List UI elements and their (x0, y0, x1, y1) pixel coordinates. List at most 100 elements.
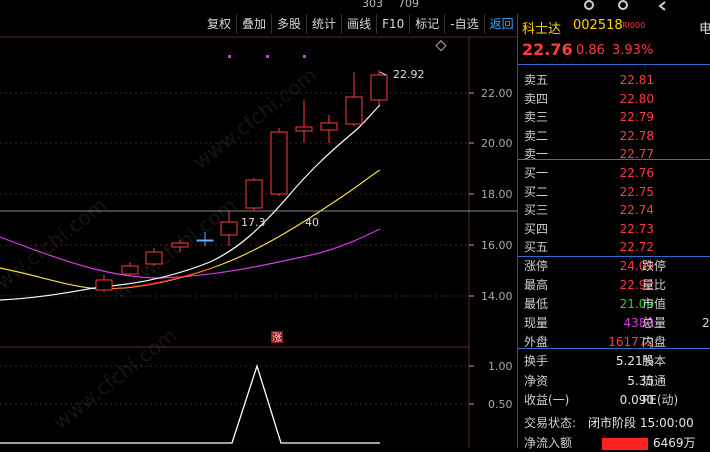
stock-pct: 3.93% (612, 43, 654, 58)
fin-label: 换手 (524, 354, 549, 368)
candle-body (95, 279, 113, 291)
ask-price: 22.81 (619, 73, 654, 87)
price-axis-label: 18.00 (481, 188, 513, 201)
ask-price: 22.80 (619, 91, 654, 106)
fin-label: 收益(一) (524, 393, 570, 407)
toolbar-draw-button[interactable]: 画线 (342, 14, 378, 34)
bid-row[interactable]: 买一 22.76 (518, 164, 710, 182)
stat-row: 最低 21.09 市值 (518, 295, 710, 313)
zt-badge: 涨 (272, 332, 282, 344)
signal-dots (228, 55, 306, 58)
toolbar-mark-button[interactable]: 标记 (410, 14, 446, 34)
stat-row: 现量 4380 总量 2 (518, 314, 710, 332)
netflow-bar (602, 438, 648, 450)
ask-row[interactable]: 卖三 22.79 (518, 108, 710, 126)
stock-price: 22.76 (522, 40, 573, 59)
candle-body (171, 242, 189, 248)
candle-body (145, 251, 163, 265)
candle-body (245, 179, 263, 209)
ma-partial-label: 40 (305, 216, 319, 229)
candle-body (220, 221, 238, 236)
netflow-label: 净流入额 (524, 436, 573, 450)
ask-row[interactable]: 卖五 22.81 (518, 71, 710, 89)
bid-label: 买五 (524, 240, 549, 254)
toolbar-stats-button[interactable]: 统计 (307, 14, 343, 34)
stat-label: 最低 (524, 297, 549, 311)
stock-change: 0.86 (576, 43, 605, 58)
ask-row[interactable]: 卖二 22.78 (518, 127, 710, 145)
price-axis-label: 20.00 (481, 137, 513, 150)
bid-row[interactable]: 买四 22.73 (518, 220, 710, 238)
price-axis-label: 22.00 (481, 87, 513, 100)
fin-label-2: PE(动) (642, 393, 679, 407)
stat-label: 涨停 (524, 259, 549, 273)
toolbar-multi-stock-button[interactable]: 多股 (272, 14, 308, 34)
ask-row[interactable]: 卖四 22.80 (518, 90, 710, 108)
ask-label: 卖四 (524, 91, 549, 106)
candle-body (320, 122, 338, 131)
ma-white-line (0, 104, 381, 301)
ask-row[interactable]: 卖一 22.77 (518, 145, 710, 163)
bid-price: 22.72 (619, 240, 654, 254)
toolbar-back-button[interactable]: 返回 (485, 14, 520, 34)
price-axis-label: 14.00 (481, 290, 513, 303)
stat-label-2: 跌停 (642, 259, 667, 273)
toolbar-fuquan-button[interactable]: 复权 (202, 14, 238, 34)
candle-body (345, 96, 363, 125)
candle-body (370, 74, 388, 101)
high-callout: 22.92 (393, 68, 425, 81)
candlesticks (95, 70, 388, 292)
stock-tag: RI000 (622, 21, 646, 30)
candle-body (295, 126, 313, 132)
bid-row[interactable]: 买二 22.75 (518, 183, 710, 201)
toolbar-f10-button[interactable]: F10 (377, 14, 411, 34)
toolbar-remove-watchlist-button[interactable]: -自选 (445, 14, 485, 34)
stat-label: 现量 (524, 316, 549, 330)
bid-row[interactable]: 买五 22.72 (518, 238, 710, 256)
bid-label: 买四 (524, 221, 549, 236)
toolbar-overlay-button[interactable]: 叠加 (237, 14, 273, 34)
stat-extra: 2 (702, 316, 710, 330)
watermark-text: www.cfchi.com (48, 323, 181, 434)
stat-label-2: 量比 (642, 278, 667, 292)
bid-price: 22.76 (619, 166, 654, 180)
bid-label: 买一 (524, 166, 549, 180)
indicator-axis-label: 0.50 (488, 398, 513, 411)
candle-body (270, 131, 288, 195)
ask-price: 22.79 (619, 110, 654, 124)
fin-row: 收益(一) 0.090 PE(动) (518, 391, 710, 409)
ask-label: 卖二 (524, 128, 549, 143)
stock-code: 002518 (573, 18, 623, 33)
candle-body (196, 239, 214, 242)
fin-label: 净资 (524, 373, 549, 388)
watermark-text: www.cfchi.com (0, 193, 111, 304)
top-strip-num2: 709 (398, 0, 419, 10)
status-value: 闭市阶段 15:00:00 (588, 416, 694, 430)
quote-panel: 科士达 002518 RI000 电 22.76 0.86 3.93% 卖五 22… (517, 14, 710, 450)
bid-row[interactable]: 买三 22.74 (518, 201, 710, 219)
low-callout: 17.3 (241, 216, 266, 229)
bid-price: 22.75 (619, 184, 654, 199)
watermark-text: www.cfchi.com (188, 63, 321, 174)
fin-label-2: 流通 (642, 373, 667, 388)
bid-price: 22.73 (619, 221, 654, 236)
bid-label: 买三 (524, 203, 549, 217)
price-axis-label: 16.00 (481, 239, 513, 252)
trading-status-row: 交易状态: 闭市阶段 15:00:00 (518, 414, 710, 432)
stat-label: 最高 (524, 278, 549, 292)
top-strip-num1: 303 (362, 0, 383, 10)
candle-body (121, 265, 139, 275)
ask-label: 卖一 (524, 147, 549, 161)
stat-label-2: 市值 (642, 297, 667, 311)
stock-name: 科士达 (522, 22, 562, 37)
bid-price: 22.74 (619, 203, 654, 217)
fin-row: 净资 5.35 流通 (518, 372, 710, 390)
stat-row: 最高 22.92 量比 (518, 276, 710, 294)
ask-label: 卖三 (524, 110, 549, 124)
diamond-icon[interactable] (435, 40, 447, 52)
bid-label: 买二 (524, 184, 549, 199)
stat-label-2: 总量 (642, 316, 667, 330)
indicator-axis-label: 1.00 (488, 360, 513, 373)
ask-label: 卖五 (524, 73, 549, 87)
netflow-row: 净流入额 6469万 (518, 434, 710, 452)
